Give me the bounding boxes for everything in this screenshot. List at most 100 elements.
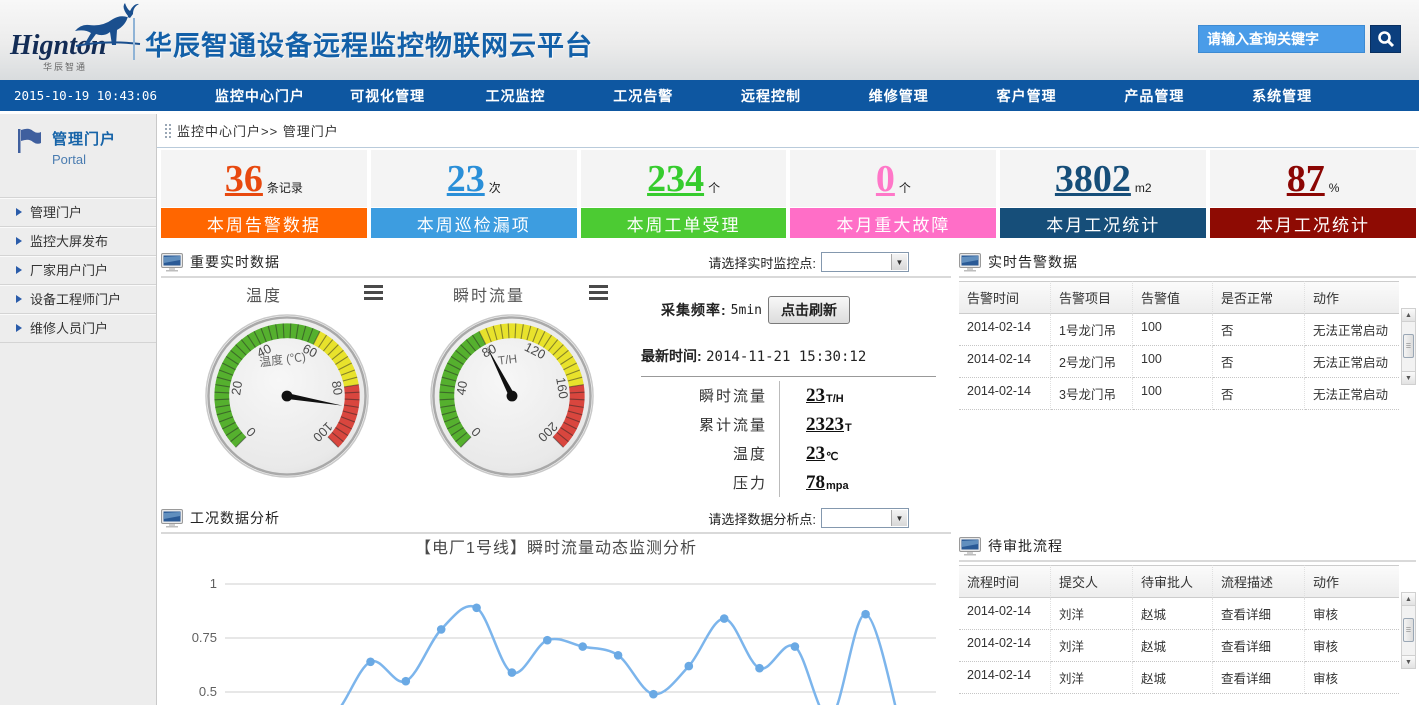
alarm-row-1[interactable]: 2014-02-142号龙门吊100否无法正常启动	[959, 346, 1399, 378]
alarm-cell[interactable]: 否	[1213, 378, 1305, 410]
logo: Hignton 华辰智通	[10, 10, 140, 73]
approval-col-3: 流程描述	[1213, 565, 1305, 598]
stat-card-3: 0 个 本月重大故障	[790, 150, 996, 238]
stat-value[interactable]: 23	[447, 160, 485, 198]
approval-row-1[interactable]: 2014-02-14刘洋赵城查看详细审核	[959, 630, 1399, 662]
sidebar-item-0[interactable]: 管理门户	[0, 198, 156, 227]
approval-cell[interactable]: 审核	[1305, 662, 1399, 694]
gauge-temperature-title: 温度	[189, 282, 339, 306]
nav-item-6[interactable]: 客户管理	[963, 86, 1091, 106]
search-button[interactable]	[1370, 25, 1401, 53]
stat-value[interactable]: 0	[876, 160, 895, 198]
scroll-up-icon[interactable]: ▲	[1402, 309, 1415, 322]
breadcrumb-text: 监控中心门户>> 管理门户	[177, 121, 339, 140]
alarm-cell: 3号龙门吊	[1051, 378, 1133, 410]
approval-col-0: 流程时间	[959, 565, 1051, 598]
stat-label: 本月工况统计	[1000, 208, 1206, 238]
sidebar-item-4[interactable]: 维修人员门户	[0, 314, 156, 343]
scroll-thumb[interactable]: ☰	[1403, 618, 1414, 642]
alarm-row-0[interactable]: 2014-02-141号龙门吊100否无法正常启动	[959, 314, 1399, 346]
alarm-cell[interactable]: 否	[1213, 314, 1305, 346]
nav-item-8[interactable]: 系统管理	[1218, 86, 1346, 106]
alarm-col-4: 动作	[1305, 281, 1399, 314]
approval-cell[interactable]: 审核	[1305, 598, 1399, 630]
alarms-scrollbar[interactable]: ▲ ☰ ▼	[1401, 308, 1416, 385]
stat-value[interactable]: 234	[647, 160, 704, 198]
alarm-cell[interactable]: 无法正常启动	[1305, 378, 1399, 410]
monitor-point-select[interactable]: ▼	[821, 252, 909, 272]
nav-item-2[interactable]: 工况监控	[452, 86, 580, 106]
sidebar-item-2[interactable]: 厂家用户门户	[0, 256, 156, 285]
scroll-down-icon[interactable]: ▼	[1402, 655, 1415, 668]
alarm-cell[interactable]: 无法正常启动	[1305, 314, 1399, 346]
monitor-icon	[959, 253, 981, 272]
stat-value[interactable]: 87	[1287, 160, 1325, 198]
sidebar-item-1[interactable]: 监控大屏发布	[0, 227, 156, 256]
nav-item-1[interactable]: 可视化管理	[324, 86, 452, 106]
alarm-header-row: 告警时间告警项目告警值是否正常动作	[959, 281, 1399, 314]
scroll-down-icon[interactable]: ▼	[1402, 371, 1415, 384]
alarm-cell[interactable]: 否	[1213, 346, 1305, 378]
approval-cell[interactable]: 查看详细	[1213, 662, 1305, 694]
nav-item-4[interactable]: 远程控制	[707, 86, 835, 106]
search-input[interactable]	[1198, 25, 1365, 53]
alarm-row-2[interactable]: 2014-02-143号龙门吊100否无法正常启动	[959, 378, 1399, 410]
analysis-point-select[interactable]: ▼	[821, 508, 909, 528]
approval-row-2[interactable]: 2014-02-14刘洋赵城查看详细审核	[959, 662, 1399, 694]
stat-unit: m2	[1135, 181, 1152, 195]
approval-cell[interactable]: 审核	[1305, 630, 1399, 662]
stat-unit: 个	[899, 179, 911, 196]
realtime-info-panel: 采集频率: 5min 点击刷新 最新时间: 2014-11-21 15:30:1…	[639, 296, 939, 497]
svg-text:20: 20	[228, 380, 245, 396]
reading-unit: T	[845, 422, 852, 434]
nav-item-0[interactable]: 监控中心门户	[196, 86, 324, 106]
page-title: 华辰智通设备远程监控物联网云平台	[145, 24, 593, 63]
alarm-cell: 2号龙门吊	[1051, 346, 1133, 378]
stat-label: 本周告警数据	[161, 208, 367, 238]
reading-value[interactable]: 23	[806, 443, 825, 465]
sidebar-item-3[interactable]: 设备工程师门户	[0, 285, 156, 314]
section-realtime-title: 重要实时数据	[190, 252, 280, 272]
alarm-cell: 2014-02-14	[959, 346, 1051, 378]
scroll-thumb[interactable]: ☰	[1403, 334, 1414, 358]
menu-icon[interactable]	[589, 285, 608, 303]
alarms-table-wrap: 告警时间告警项目告警值是否正常动作2014-02-141号龙门吊100否无法正常…	[959, 281, 1416, 410]
reading-value[interactable]: 78	[806, 472, 825, 494]
flow-gauge: 04080120160200T/H	[428, 312, 596, 480]
nav-item-7[interactable]: 产品管理	[1090, 86, 1218, 106]
stat-unit: 次	[489, 179, 501, 196]
approval-cell[interactable]: 查看详细	[1213, 630, 1305, 662]
reading-value[interactable]: 23	[806, 385, 825, 407]
approval-cell[interactable]: 查看详细	[1213, 598, 1305, 630]
analysis-point-select-label: 请选择数据分析点:	[708, 509, 816, 528]
nav-item-5[interactable]: 维修管理	[835, 86, 963, 106]
approvals-scrollbar[interactable]: ▲ ☰ ▼	[1401, 592, 1416, 669]
reading-value[interactable]: 2323	[806, 414, 844, 436]
logo-subtext: 华辰智通	[10, 60, 120, 73]
stat-value[interactable]: 36	[225, 160, 263, 198]
reading-label: 瞬时流量	[639, 385, 767, 406]
readings-table: 瞬时流量 23 T/H 累计流量 2323 T 温度 23 ℃ 压力 78 mp…	[639, 381, 939, 497]
chevron-down-icon[interactable]: ▼	[891, 254, 907, 270]
approval-col-2: 待审批人	[1133, 565, 1213, 598]
stat-card-5: 87 % 本月工况统计	[1210, 150, 1416, 238]
alarm-cell[interactable]: 无法正常启动	[1305, 346, 1399, 378]
nav-item-3[interactable]: 工况告警	[579, 86, 707, 106]
stat-card-2: 234 个 本周工单受理	[581, 150, 787, 238]
monitor-icon	[161, 253, 183, 272]
scroll-up-icon[interactable]: ▲	[1402, 593, 1415, 606]
gauge-flow: 瞬时流量 04080120160200T/H	[414, 282, 634, 485]
approval-row-0[interactable]: 2014-02-14刘洋赵城查看详细审核	[959, 598, 1399, 630]
approval-cell: 2014-02-14	[959, 598, 1051, 630]
stat-unit: 条记录	[267, 179, 303, 196]
stat-value[interactable]: 3802	[1055, 160, 1131, 198]
reading-unit: ℃	[826, 450, 838, 463]
stat-value-area: 36 条记录	[161, 150, 367, 207]
reading-label: 累计流量	[639, 414, 767, 435]
nav-timestamp: 2015-10-19 10:43:06	[14, 88, 184, 103]
search-group	[1198, 25, 1401, 53]
chevron-down-icon[interactable]: ▼	[891, 510, 907, 526]
reading-unit: T/H	[826, 393, 844, 405]
menu-icon[interactable]	[364, 285, 383, 303]
refresh-button[interactable]: 点击刷新	[768, 296, 850, 324]
